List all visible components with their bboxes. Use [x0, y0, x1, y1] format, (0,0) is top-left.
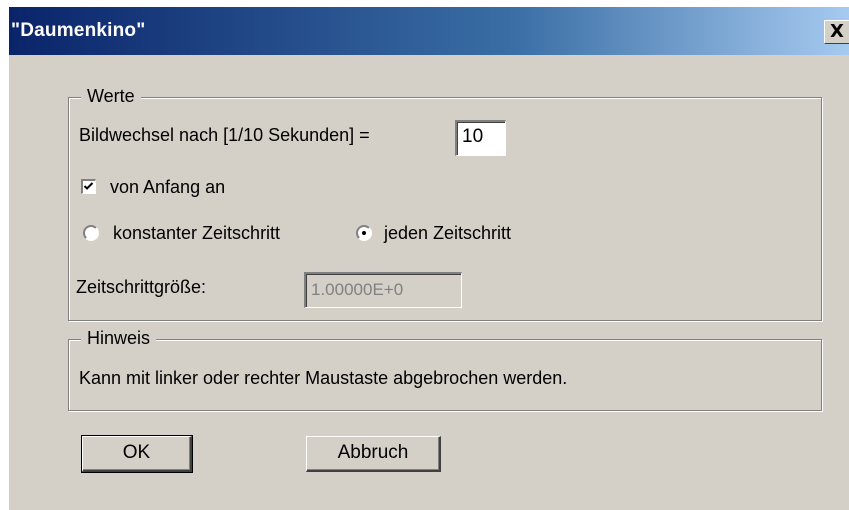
step-size-label: Zeitschrittgröße:: [76, 277, 207, 297]
radio-each-step[interactable]: [356, 225, 372, 241]
checkmark-icon: [83, 182, 94, 190]
hinweis-text: Kann mit linker oder rechter Maustaste a…: [79, 368, 568, 388]
close-icon: X: [830, 21, 844, 42]
from-start-checkbox[interactable]: [81, 179, 96, 194]
cancel-button[interactable]: Abbruch: [306, 436, 441, 472]
hinweis-legend: Hinweis: [81, 328, 157, 349]
window-title: "Daumenkino": [11, 20, 146, 41]
title-bar[interactable]: "Daumenkino" X: [9, 7, 849, 55]
from-start-label: von Anfang an: [110, 177, 226, 197]
werte-legend: Werte: [81, 86, 141, 107]
close-button[interactable]: X: [824, 20, 849, 44]
radio-constant-step[interactable]: [83, 225, 99, 241]
interval-label: Bildwechsel nach [1/10 Sekunden] =: [79, 125, 370, 145]
radio-selected-dot: [362, 231, 366, 235]
radio-each-label: jeden Zeitschritt: [384, 223, 512, 243]
ok-button[interactable]: OK: [81, 435, 193, 473]
dialog-window: "Daumenkino" X Werte Bildwechsel nach [1…: [8, 6, 849, 510]
radio-constant-label: konstanter Zeitschritt: [113, 223, 281, 243]
step-size-input[interactable]: 1.00000E+0: [304, 272, 462, 308]
interval-input[interactable]: 10: [455, 120, 506, 156]
